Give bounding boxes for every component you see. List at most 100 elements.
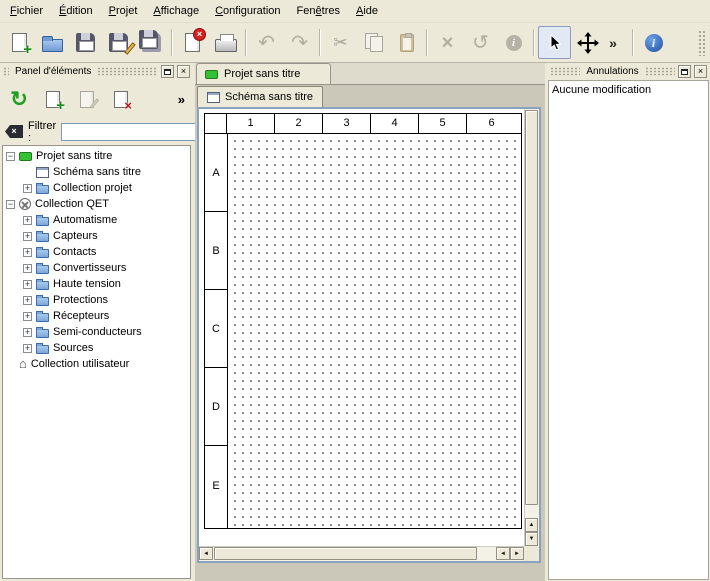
tree-item[interactable]: +Sources	[3, 340, 190, 356]
diagram-canvas[interactable]	[228, 134, 521, 528]
horizontal-scrollbar[interactable]: ◄ ◄ ►	[199, 546, 524, 561]
menu-configuration[interactable]: Configuration	[207, 2, 288, 20]
diagram-viewport[interactable]: 123456 ABCDE	[199, 109, 524, 546]
delete-element-button[interactable]: ×	[106, 84, 136, 114]
tree-item[interactable]: −Projet sans titre	[3, 148, 190, 164]
menu-aide[interactable]: Aide	[348, 2, 386, 20]
close-panel-button[interactable]: ×	[694, 65, 707, 78]
expand-icon[interactable]: +	[23, 232, 32, 241]
close-panel-button[interactable]: ×	[177, 65, 190, 78]
menu-edition[interactable]: Édition	[51, 2, 101, 20]
selection-mode-button[interactable]	[538, 26, 571, 59]
scroll-left2-button[interactable]: ◄	[496, 547, 510, 560]
delete-selection-button[interactable]: ×	[431, 26, 464, 59]
cut-button[interactable]: ✂	[324, 26, 357, 59]
expand-icon[interactable]: +	[23, 312, 32, 321]
schema-tab-label: Schéma sans titre	[225, 91, 313, 103]
expand-icon[interactable]: +	[23, 296, 32, 305]
tree-item[interactable]: +Capteurs	[3, 228, 190, 244]
elements-toolbar-overflow[interactable]: »	[178, 92, 185, 107]
new-element-button[interactable]: +	[38, 84, 68, 114]
schema-icon	[207, 92, 220, 103]
scroll-right-button[interactable]: ►	[510, 547, 524, 560]
tree-item[interactable]: +Protections	[3, 292, 190, 308]
cut-icon: ✂	[333, 34, 347, 51]
hscroll-track[interactable]	[477, 547, 496, 561]
menu-fenetres[interactable]: Fenêtres	[289, 2, 348, 20]
filter-input[interactable]	[61, 123, 209, 141]
float-panel-button[interactable]	[161, 65, 174, 78]
menu-affichage[interactable]: Affichage	[145, 2, 207, 20]
expand-icon[interactable]: +	[23, 280, 32, 289]
element-tree: −Projet sans titreSchéma sans titre+Coll…	[2, 145, 191, 579]
clear-filter-button[interactable]: ×	[5, 123, 23, 140]
dock-grip[interactable]	[97, 67, 158, 76]
expand-icon[interactable]: +	[23, 344, 32, 353]
tree-item[interactable]: +Haute tension	[3, 276, 190, 292]
tree-item[interactable]: +Récepteurs	[3, 308, 190, 324]
tree-item[interactable]: + Automatisme	[3, 212, 190, 228]
folder-icon	[36, 345, 49, 354]
undo-button[interactable]: ↶	[250, 26, 283, 59]
collapse-icon[interactable]: −	[6, 152, 15, 161]
tree-item[interactable]: +Collection projet	[3, 180, 190, 196]
reload-collections-button[interactable]: ↻	[4, 84, 34, 114]
scrollbar-corner	[524, 546, 539, 561]
tree-item[interactable]: +Contacts	[3, 244, 190, 260]
project-icon	[205, 70, 218, 79]
tree-item[interactable]: +Semi-conducteurs	[3, 324, 190, 340]
save-all-button[interactable]	[135, 26, 168, 59]
new-project-button[interactable]: +	[3, 26, 36, 59]
menu-fichier[interactable]: Fichier	[2, 2, 51, 20]
properties-button[interactable]: i	[497, 26, 530, 59]
save-as-button[interactable]	[102, 26, 135, 59]
delete-icon: ×	[442, 33, 454, 53]
scroll-down-button[interactable]: ▼	[525, 532, 538, 546]
new-element-icon: +	[46, 91, 60, 108]
vscroll-track[interactable]	[525, 505, 539, 518]
scroll-left-button[interactable]: ◄	[199, 547, 213, 560]
close-file-icon: ×	[185, 33, 200, 52]
paste-button[interactable]	[390, 26, 423, 59]
pan-mode-button[interactable]	[571, 26, 604, 59]
dock-grip[interactable]	[645, 67, 675, 76]
redo-button[interactable]: ↷	[283, 26, 316, 59]
open-project-button[interactable]	[36, 26, 69, 59]
toolbar-overflow-button[interactable]: »	[604, 26, 622, 59]
tree-item[interactable]: ⌂Collection utilisateur	[3, 356, 190, 372]
menubar: FichierÉditionProjetAffichageConfigurati…	[0, 0, 710, 23]
expand-icon[interactable]: +	[23, 216, 32, 225]
tree-item[interactable]: +Convertisseurs	[3, 260, 190, 276]
expand-icon[interactable]: +	[23, 264, 32, 273]
save-icon	[76, 33, 95, 52]
expand-icon[interactable]: +	[23, 248, 32, 257]
copy-button[interactable]	[357, 26, 390, 59]
expand-icon[interactable]: +	[23, 184, 32, 193]
close-file-button[interactable]: ×	[176, 26, 209, 59]
hscroll-thumb[interactable]	[214, 547, 477, 560]
menu-projet[interactable]: Projet	[101, 2, 146, 20]
rotate-button[interactable]: ↺	[464, 26, 497, 59]
clear-filter-icon: ×	[5, 125, 23, 138]
scroll-up-button[interactable]: ▲	[525, 518, 538, 532]
print-icon	[215, 39, 237, 52]
collapse-icon[interactable]: −	[6, 200, 15, 209]
print-button[interactable]	[209, 26, 242, 59]
dock-grip[interactable]	[3, 67, 9, 76]
tree-item[interactable]: −Collection QET	[3, 196, 190, 212]
edit-element-button[interactable]	[72, 84, 102, 114]
about-qet-button[interactable]: i	[637, 26, 670, 59]
tree-item[interactable]: Schéma sans titre	[3, 164, 190, 180]
save-button[interactable]	[69, 26, 102, 59]
vertical-scrollbar[interactable]: ▲ ▼	[524, 109, 539, 546]
vscroll-thumb[interactable]	[525, 110, 538, 505]
tab-project[interactable]: Projet sans titre	[196, 63, 331, 84]
tab-schema[interactable]: Schéma sans titre	[197, 86, 323, 107]
qet-icon	[19, 198, 31, 210]
toolbar-grip[interactable]	[698, 30, 707, 56]
expand-icon[interactable]: +	[23, 328, 32, 337]
tree-item-label: Automatisme	[53, 214, 117, 226]
float-panel-button[interactable]	[678, 65, 691, 78]
undo-panel-title: Annulations	[583, 66, 641, 77]
dock-grip[interactable]	[550, 67, 580, 76]
